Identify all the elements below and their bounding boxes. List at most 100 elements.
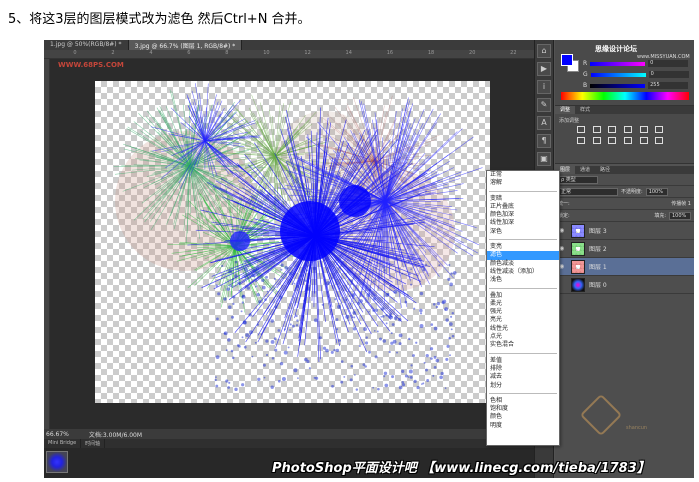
blend-mode-option[interactable]: 线性加深 [487,219,559,227]
curves-icon[interactable] [608,126,616,133]
opacity-label: 不透明度: [621,188,643,195]
blend-mode-select[interactable]: 正常 [558,188,618,196]
layer-row[interactable]: ◉ 图层 3 [555,222,694,240]
blend-mode-option[interactable]: 溶解 [487,179,559,187]
channel-mixer-icon[interactable] [624,137,632,144]
layer-row[interactable]: ◉ 图层 0 [555,276,694,294]
ruler-mark: 16 [387,50,393,58]
visibility-eye-icon[interactable]: ◉ [559,246,567,252]
tab-adjustments[interactable]: 调整 [555,106,575,114]
document-canvas[interactable] [95,81,490,403]
history-icon[interactable]: ⌂ [537,44,551,58]
menu-divider [489,188,557,192]
tab-channels[interactable]: 通道 [575,166,595,174]
layer-row[interactable]: ◉ 图层 2 [555,240,694,258]
tab-timeline[interactable]: 时间轴 [81,439,105,448]
color-balance-icon[interactable] [577,137,585,144]
visibility-eye-icon[interactable]: ◉ [559,264,567,270]
info-icon[interactable]: i [537,80,551,94]
ruler-mark: 12 [304,50,310,58]
layer-name: 图层 0 [589,280,607,289]
blend-mode-option[interactable]: 差值 [487,357,559,365]
layer-name: 图层 2 [589,244,607,253]
brightness-icon[interactable] [577,126,585,133]
blue-slider[interactable] [590,84,645,88]
footer-banner: PhotoShop平面设计吧 【www.linecg.com/tieba/178… [272,457,650,476]
canvas-area[interactable]: WWW.68PS.COM [50,59,534,429]
red-value[interactable]: 0 [648,60,688,67]
blend-mode-option[interactable]: 正片叠底 [487,203,559,211]
fill-field[interactable]: 100% [669,212,691,220]
foreground-color-swatch[interactable] [561,54,573,66]
blend-mode-option[interactable]: 排除 [487,365,559,373]
blend-mode-option[interactable]: 柔光 [487,300,559,308]
blend-mode-option[interactable]: 颜色减淡 [487,260,559,268]
frame-thumbnail[interactable] [46,451,68,473]
tab-paths[interactable]: 路径 [595,166,615,174]
red-slider[interactable] [590,62,645,66]
tab-styles[interactable]: 样式 [575,106,595,114]
tab-mini-bridge[interactable]: Mini Bridge [44,439,81,448]
propagate-frame-checkbox[interactable]: 传播帧 1 [671,200,691,207]
tool-presets-icon[interactable]: ▣ [537,152,551,166]
paragraph-icon[interactable]: ¶ [537,134,551,148]
invert-icon[interactable] [655,137,663,144]
exposure-icon[interactable] [624,126,632,133]
visibility-eye-icon[interactable]: ◉ [559,282,567,288]
blend-mode-option[interactable]: 实色混合 [487,341,559,349]
blend-mode-option[interactable]: 叠加 [487,292,559,300]
watermark-missyuan: 思缘设计论坛 [595,44,637,54]
green-slider-row: G 0 [583,71,689,78]
shancun-text: shancun [626,425,647,431]
blend-mode-option[interactable]: 深色 [487,228,559,236]
photo-filter-icon[interactable] [608,137,616,144]
brush-icon[interactable]: ✎ [537,98,551,112]
blend-mode-option[interactable]: 变暗 [487,195,559,203]
green-value[interactable]: 0 [649,71,689,78]
tab-doc-3[interactable]: 3.jpg @ 66.7% (图层 1, RGB/8#) * [129,40,243,50]
blue-slider-row: B 255 [583,82,688,89]
blue-value[interactable]: 255 [648,82,688,89]
tab-doc-1[interactable]: 1.jpg @ 50%(RGB/8#) * [44,40,129,50]
blend-mode-option[interactable]: 线性光 [487,325,559,333]
ruler-mark: 22 [510,50,516,58]
ruler-mark: 4 [149,50,152,58]
blend-mode-option[interactable]: 减去 [487,373,559,381]
blend-mode-option[interactable]: 色相 [487,397,559,405]
opacity-field[interactable]: 100% [646,188,668,196]
character-icon[interactable]: A [537,116,551,130]
hue-icon[interactable] [655,126,663,133]
layer-filter-select[interactable]: ρ 类型 [558,176,598,184]
right-panels: 思缘设计论坛 www.MISSYUAN.COM R 0 G 0 B 255 调整… [555,40,694,478]
blend-mode-option[interactable]: 浅色 [487,276,559,284]
menu-divider [489,350,557,354]
blue-label: B [583,82,587,89]
blend-mode-option[interactable]: 颜色 [487,413,559,421]
layer-name: 图层 1 [589,262,607,271]
status-bar: 66.67% 文档:3.00M/6.00M [44,429,534,439]
green-slider[interactable] [591,73,646,77]
blend-mode-option[interactable]: 滤色 [487,251,559,259]
ruler-mark: 2 [111,50,114,58]
blend-mode-option[interactable]: 明度 [487,422,559,430]
zoom-level[interactable]: 66.67% [46,431,69,438]
levels-icon[interactable] [593,126,601,133]
visibility-eye-icon[interactable]: ◉ [559,228,567,234]
layer-row-selected[interactable]: ◉ 图层 1 [555,258,694,276]
color-spectrum[interactable] [561,92,689,100]
lookup-icon[interactable] [640,137,648,144]
fireworks-image [95,81,490,403]
horizontal-ruler: 0 2 4 6 8 10 12 14 16 18 20 22 [44,50,534,59]
document-tabs: 1.jpg @ 50%(RGB/8#) * 3.jpg @ 66.7% (图层 … [44,40,534,50]
green-label: G [583,71,588,78]
blend-mode-option[interactable]: 划分 [487,382,559,390]
actions-icon[interactable]: ▶ [537,62,551,76]
bw-icon[interactable] [593,137,601,144]
fill-label: 填充: [654,212,666,219]
red-slider-row: R 0 [583,60,688,67]
vibrance-icon[interactable] [640,126,648,133]
layer-thumbnail [571,260,585,274]
adjustments-title: 添加调整 [559,117,579,124]
doc-size: 文档:3.00M/6.00M [89,430,142,439]
blend-mode-option[interactable]: 亮光 [487,316,559,324]
